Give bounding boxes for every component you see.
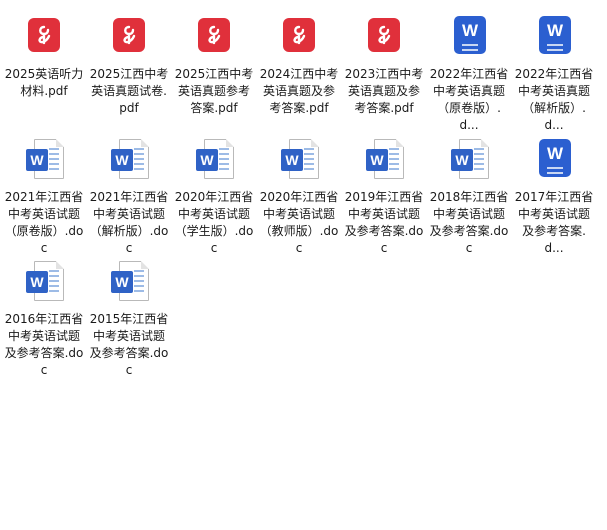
file-item[interactable]: 2025江西中考英语真题试卷.pdf	[89, 4, 169, 117]
file-item[interactable]: W 2020年江西省中考英语试题（学生版）.doc	[174, 127, 254, 257]
word-doc-icon: W	[194, 137, 234, 183]
file-name-label: 2024江西中考英语真题及参考答案.pdf	[259, 67, 339, 115]
file-item[interactable]: 2025江西中考英语真题参考答案.pdf	[174, 4, 254, 117]
file-name-label: 2020年江西省中考英语试题（教师版）.doc	[259, 190, 339, 255]
pdf-icon	[194, 14, 234, 60]
file-name-label: 2019年江西省中考英语试题及参考答案.doc	[344, 190, 424, 255]
file-item[interactable]: W 2020年江西省中考英语试题（教师版）.doc	[259, 127, 339, 257]
file-name-label: 2018年江西省中考英语试题及参考答案.doc	[429, 190, 509, 255]
word-doc-icon: W	[109, 259, 149, 305]
pdf-icon	[24, 14, 64, 60]
pdf-icon	[364, 14, 404, 60]
word-docx-icon: W	[534, 14, 574, 60]
file-name-label: 2025江西中考英语真题试卷.pdf	[89, 67, 169, 115]
file-name-label: 2021年江西省中考英语试题（解析版）.doc	[89, 190, 169, 255]
word-docx-icon: W	[449, 14, 489, 60]
file-name-label: 2023江西中考英语真题及参考答案.pdf	[344, 67, 424, 115]
word-doc-icon: W	[449, 137, 489, 183]
file-name-label: 2021年江西省中考英语试题（原卷版）.doc	[4, 190, 84, 255]
word-doc-icon: W	[364, 137, 404, 183]
word-doc-icon: W	[24, 137, 64, 183]
file-name-label: 2022年江西省中考英语真题（原卷版）.d...	[429, 67, 509, 132]
word-doc-icon: W	[109, 137, 149, 183]
word-docx-icon: W	[534, 137, 574, 183]
file-name-label: 2020年江西省中考英语试题（学生版）.doc	[174, 190, 254, 255]
word-doc-icon: W	[279, 137, 319, 183]
file-name-label: 2025江西中考英语真题参考答案.pdf	[174, 67, 254, 115]
file-grid: 2025英语听力材料.pdf 2025江西中考英语真题试卷.pdf 2025江西中考…	[0, 0, 607, 530]
file-name-label: 2017年江西省中考英语试题及参考答案.d...	[514, 190, 594, 255]
file-item[interactable]: 2024江西中考英语真题及参考答案.pdf	[259, 4, 339, 117]
pdf-icon	[109, 14, 149, 60]
file-item[interactable]: 2023江西中考英语真题及参考答案.pdf	[344, 4, 424, 117]
file-item[interactable]: W 2019年江西省中考英语试题及参考答案.doc	[344, 127, 424, 257]
file-item[interactable]: W 2016年江西省中考英语试题及参考答案.doc	[4, 249, 84, 379]
file-name-label: 2016年江西省中考英语试题及参考答案.doc	[4, 312, 84, 377]
file-name-label: 2025英语听力材料.pdf	[4, 67, 84, 98]
file-item[interactable]: W 2021年江西省中考英语试题（解析版）.doc	[89, 127, 169, 257]
file-name-label: 2015年江西省中考英语试题及参考答案.doc	[89, 312, 169, 377]
file-item[interactable]: W 2018年江西省中考英语试题及参考答案.doc	[429, 127, 509, 257]
file-name-label: 2022年江西省中考英语真题（解析版）.d...	[514, 67, 594, 132]
file-item[interactable]: W 2021年江西省中考英语试题（原卷版）.doc	[4, 127, 84, 257]
file-item[interactable]: W 2017年江西省中考英语试题及参考答案.d...	[514, 127, 594, 257]
file-item[interactable]: W 2022年江西省中考英语真题（原卷版）.d...	[429, 4, 509, 134]
pdf-icon	[279, 14, 319, 60]
word-doc-icon: W	[24, 259, 64, 305]
file-item[interactable]: W 2022年江西省中考英语真题（解析版）.d...	[514, 4, 594, 134]
file-item[interactable]: 2025英语听力材料.pdf	[4, 4, 84, 100]
file-item[interactable]: W 2015年江西省中考英语试题及参考答案.doc	[89, 249, 169, 379]
